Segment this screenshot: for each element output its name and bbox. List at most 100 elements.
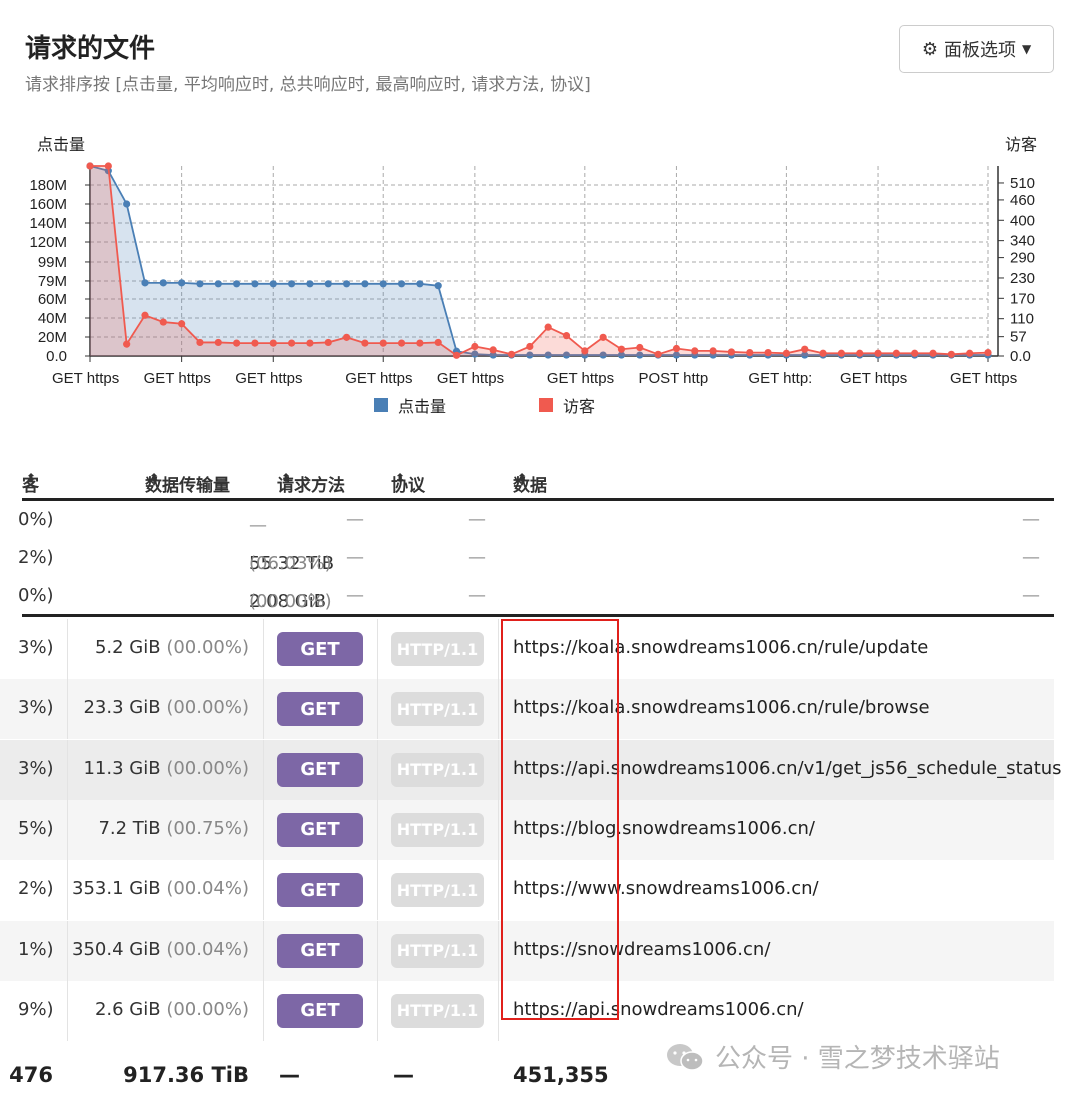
table-row[interactable]: 1%) 350.4 GiB (00.04%) GET HTTP/1.1 https://… (0, 920, 1054, 981)
requests-chart: 0.020M40M60M79M99M120M140M160M180M0.0571… (29, 135, 1037, 416)
request-url[interactable]: https://koala.snowdreams1006.cn/rule/bro… (513, 697, 930, 718)
visitors-point (672, 344, 681, 353)
visitors-point (233, 339, 241, 347)
right-axis-label: 访客 (1005, 135, 1037, 154)
hits-point (434, 282, 442, 290)
visitors-point (691, 347, 699, 355)
data-cell: — (1022, 585, 1040, 606)
right-tick-label: 400 (1010, 212, 1035, 229)
visitors-point (251, 339, 259, 347)
sort-icon: ⬍ (517, 471, 528, 485)
visitors-point (709, 347, 717, 355)
left-tick-label: 20M (38, 329, 67, 346)
request-url[interactable]: https://api.snowdreams1006.cn/ (513, 999, 804, 1020)
request-url[interactable]: https://api.snowdreams1006.cn/v1/get_js5… (513, 758, 1062, 779)
table-row[interactable]: 3%) 23.3 GiB (00.00%) GET HTTP/1.1 https://k… (0, 679, 1054, 740)
x-tick-label: GET https (950, 370, 1017, 387)
protocol-badge: HTTP/1.1 (391, 752, 484, 787)
method-cell: — (346, 585, 364, 606)
visitors-point (562, 332, 571, 340)
protocol-badge: HTTP/1.1 (391, 993, 484, 1028)
visitors-point (984, 349, 992, 357)
hits-point (178, 279, 186, 287)
protocol-badge: HTTP/1.1 (391, 933, 484, 968)
total-bytes: 917.36 TiB (123, 1063, 249, 1087)
visitors-point (746, 349, 754, 357)
visitors-point (452, 351, 461, 359)
left-tick-label: 79M (38, 273, 67, 290)
request-url[interactable]: https://www.snowdreams1006.cn/ (513, 878, 819, 899)
panel-options-button[interactable]: ⚙ 面板选项 ▼ (899, 25, 1054, 73)
method-badge: GET (277, 692, 363, 727)
visitors-point (526, 342, 534, 351)
visitors-point (782, 349, 791, 357)
table-row[interactable]: 3%) 11.3 GiB (00.00%) GET HTTP/1.1 https://a… (0, 739, 1062, 800)
visitors-point (104, 162, 112, 170)
total-protocol: — (393, 1063, 414, 1087)
hits-point (306, 280, 314, 288)
request-url[interactable]: https://koala.snowdreams1006.cn/rule/upd… (513, 637, 928, 658)
method-badge: GET (277, 812, 363, 847)
legend-hits-swatch (374, 398, 388, 412)
hits-point (379, 280, 387, 288)
protocol-cell: — (468, 509, 486, 530)
visitors-pct: 3%) (18, 757, 54, 779)
right-tick-label: 230 (1010, 270, 1035, 287)
right-tick-label: 0.0 (1010, 348, 1031, 365)
data-cell: — (1022, 509, 1040, 530)
visitors-point (654, 350, 662, 358)
method-cell: — (346, 509, 364, 530)
left-tick-label: 160M (29, 196, 67, 213)
right-tick-label: 290 (1010, 250, 1035, 267)
visitors-point (874, 349, 882, 357)
sort-icon: ⬍ (395, 471, 406, 485)
sort-icon: ⬍ (281, 471, 292, 485)
hits-point (159, 279, 167, 287)
total-data: 451,355 (513, 1063, 609, 1087)
legend-visitors-swatch (539, 398, 553, 412)
table-row[interactable]: 3%) 5.2 GiB (00.00%) GET HTTP/1.1 https://ko… (0, 619, 1054, 679)
right-tick-label: 170 (1010, 290, 1035, 307)
wechat-icon (667, 1043, 704, 1071)
hits-point (361, 280, 369, 288)
right-tick-label: 340 (1010, 233, 1035, 250)
watermark: 公众号 · 雪之梦技术驿站 (665, 1038, 1000, 1075)
visitors-point (214, 338, 222, 347)
sort-icon: ⬍ (26, 471, 37, 485)
x-tick-label: GET https (345, 370, 412, 387)
request-url[interactable]: https://blog.snowdreams1006.cn/ (513, 818, 815, 839)
protocol-badge: HTTP/1.1 (391, 812, 484, 847)
legend-hits-label: 点击量 (398, 397, 446, 416)
visitors-point (801, 345, 809, 353)
protocol-badge: HTTP/1.1 (391, 692, 484, 727)
visitors-pct: 2%) (18, 547, 54, 568)
bytes-cell: 7.2 TiB (00.75%) (98, 817, 249, 839)
visitors-point (819, 349, 827, 357)
visitors-point (361, 339, 369, 347)
summary-row: 2%) 55.32 TiB (06.03%) — — — (18, 547, 1040, 574)
table-row[interactable]: 5%) 7.2 TiB (00.75%) GET HTTP/1.1 https://bl… (0, 799, 1054, 860)
hits-point (342, 280, 351, 288)
table-row[interactable]: 2%) 353.1 GiB (00.04%) GET HTTP/1.1 https://… (0, 860, 1054, 921)
visitors-point (581, 347, 589, 355)
visitors-point (617, 345, 626, 353)
bytes-cell: 353.1 GiB (00.04%) (72, 878, 249, 900)
visitors-point (911, 349, 919, 357)
x-tick-label: GET https (547, 370, 614, 387)
method-badge: GET (277, 993, 363, 1028)
bytes-cell: 23.3 GiB (00.00%) (83, 697, 249, 719)
table-row[interactable]: 9%) 2.6 GiB (00.00%) GET HTTP/1.1 https://ap… (0, 980, 1054, 1041)
visitors-point (544, 323, 552, 331)
x-tick-label: POST http (638, 370, 708, 387)
visitors-point (489, 346, 497, 354)
request-url[interactable]: https://snowdreams1006.cn/ (513, 939, 770, 960)
visitors-point (416, 339, 424, 347)
hits-point (324, 280, 332, 288)
visitors-point (178, 320, 186, 328)
visitors-point (269, 339, 277, 347)
hits-point (397, 280, 406, 288)
protocol-cell: — (468, 585, 486, 606)
visitors-point (86, 162, 94, 170)
bytes-cell: 2.6 GiB (00.00%) (94, 998, 249, 1020)
total-method: — (279, 1063, 300, 1087)
